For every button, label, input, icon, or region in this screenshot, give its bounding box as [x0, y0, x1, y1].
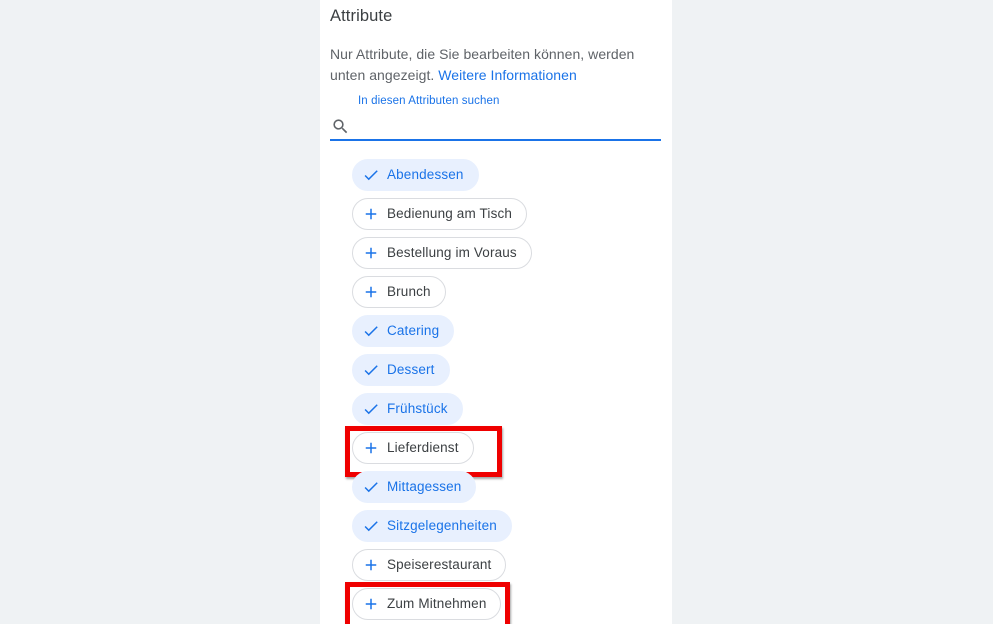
attribute-chip-dessert[interactable]: Dessert [352, 353, 450, 386]
plus-icon [365, 208, 377, 219]
chip-row: Frühstück [352, 389, 660, 428]
panel-description: Nur Attribute, die Sie bearbeiten können… [330, 26, 652, 86]
plus-icon [365, 286, 377, 297]
attribute-chip-label: Speiserestaurant [387, 557, 492, 572]
attribute-chip-label: Lieferdienst [387, 440, 459, 455]
chip-row: Zum Mitnehmen [345, 582, 660, 624]
attribute-chip-label: Dessert [387, 362, 435, 377]
attribute-chip-catering[interactable]: Catering [352, 314, 455, 347]
chip-row: Bestellung im Voraus [352, 233, 660, 272]
attribute-chip-label: Bestellung im Voraus [387, 245, 517, 260]
chip-row: Sitzgelegenheiten [352, 506, 660, 545]
search-field[interactable]: In diesen Attributen suchen [330, 95, 661, 141]
plus-icon [365, 598, 377, 609]
attribute-chip-label: Zum Mitnehmen [387, 596, 487, 611]
attribute-chip-speiserestaurant[interactable]: Speiserestaurant [352, 548, 507, 581]
page-background: Attribute Nur Attribute, die Sie bearbei… [0, 0, 993, 624]
chip-row: Catering [352, 311, 660, 350]
attribute-chip-brunch[interactable]: Brunch [352, 275, 446, 308]
plus-icon [365, 247, 377, 258]
page-title: Attribute [330, 7, 393, 25]
attribute-chip-list: Abendessen Bedienung am Tisch Bestellung i… [330, 141, 660, 624]
attribute-chip-lieferdienst[interactable]: Lieferdienst [352, 431, 474, 464]
search-icon [333, 118, 348, 133]
check-icon [364, 169, 378, 180]
attribute-chip-frühstück[interactable]: Frühstück [352, 392, 463, 425]
check-icon [364, 481, 378, 492]
chip-row: Mittagessen [352, 467, 660, 506]
search-underline [330, 139, 661, 141]
attribute-chip-label: Abendessen [387, 167, 464, 182]
chip-row: Dessert [352, 350, 660, 389]
attribute-chip-mittagessen[interactable]: Mittagessen [352, 470, 477, 503]
plus-icon [365, 442, 377, 453]
attribute-chip-label: Catering [387, 323, 440, 338]
chip-row: Brunch [352, 272, 660, 311]
attribute-chip-label: Frühstück [387, 401, 448, 416]
attributes-panel: Attribute Nur Attribute, die Sie bearbei… [320, 0, 672, 624]
attribute-chip-label: Mittagessen [387, 479, 462, 494]
weitere-informationen-link[interactable]: Weitere Informationen [438, 67, 577, 83]
chip-row: Bedienung am Tisch [352, 194, 660, 233]
attribute-chip-label: Bedienung am Tisch [387, 206, 513, 221]
attribute-chip-label: Brunch [387, 284, 431, 299]
check-icon [364, 403, 378, 414]
attribute-chip-bedienung-am-tisch[interactable]: Bedienung am Tisch [352, 197, 528, 230]
search-field-label: In diesen Attributen suchen [358, 95, 500, 107]
search-input[interactable] [350, 114, 661, 138]
plus-icon [365, 559, 377, 570]
attribute-chip-sitzgelegenheiten[interactable]: Sitzgelegenheiten [352, 509, 512, 542]
chip-row: Abendessen [352, 155, 660, 194]
attribute-chip-bestellung-im-voraus[interactable]: Bestellung im Voraus [352, 236, 532, 269]
check-icon [364, 364, 378, 375]
attribute-chip-zum-mitnehmen[interactable]: Zum Mitnehmen [352, 587, 502, 620]
check-icon [364, 325, 378, 336]
attribute-chip-label: Sitzgelegenheiten [387, 518, 497, 533]
check-icon [364, 520, 378, 531]
chip-row: Speiserestaurant [352, 545, 660, 584]
attribute-chip-abendessen[interactable]: Abendessen [352, 158, 479, 191]
chip-row: Lieferdienst [345, 426, 660, 477]
search-row [330, 113, 661, 139]
